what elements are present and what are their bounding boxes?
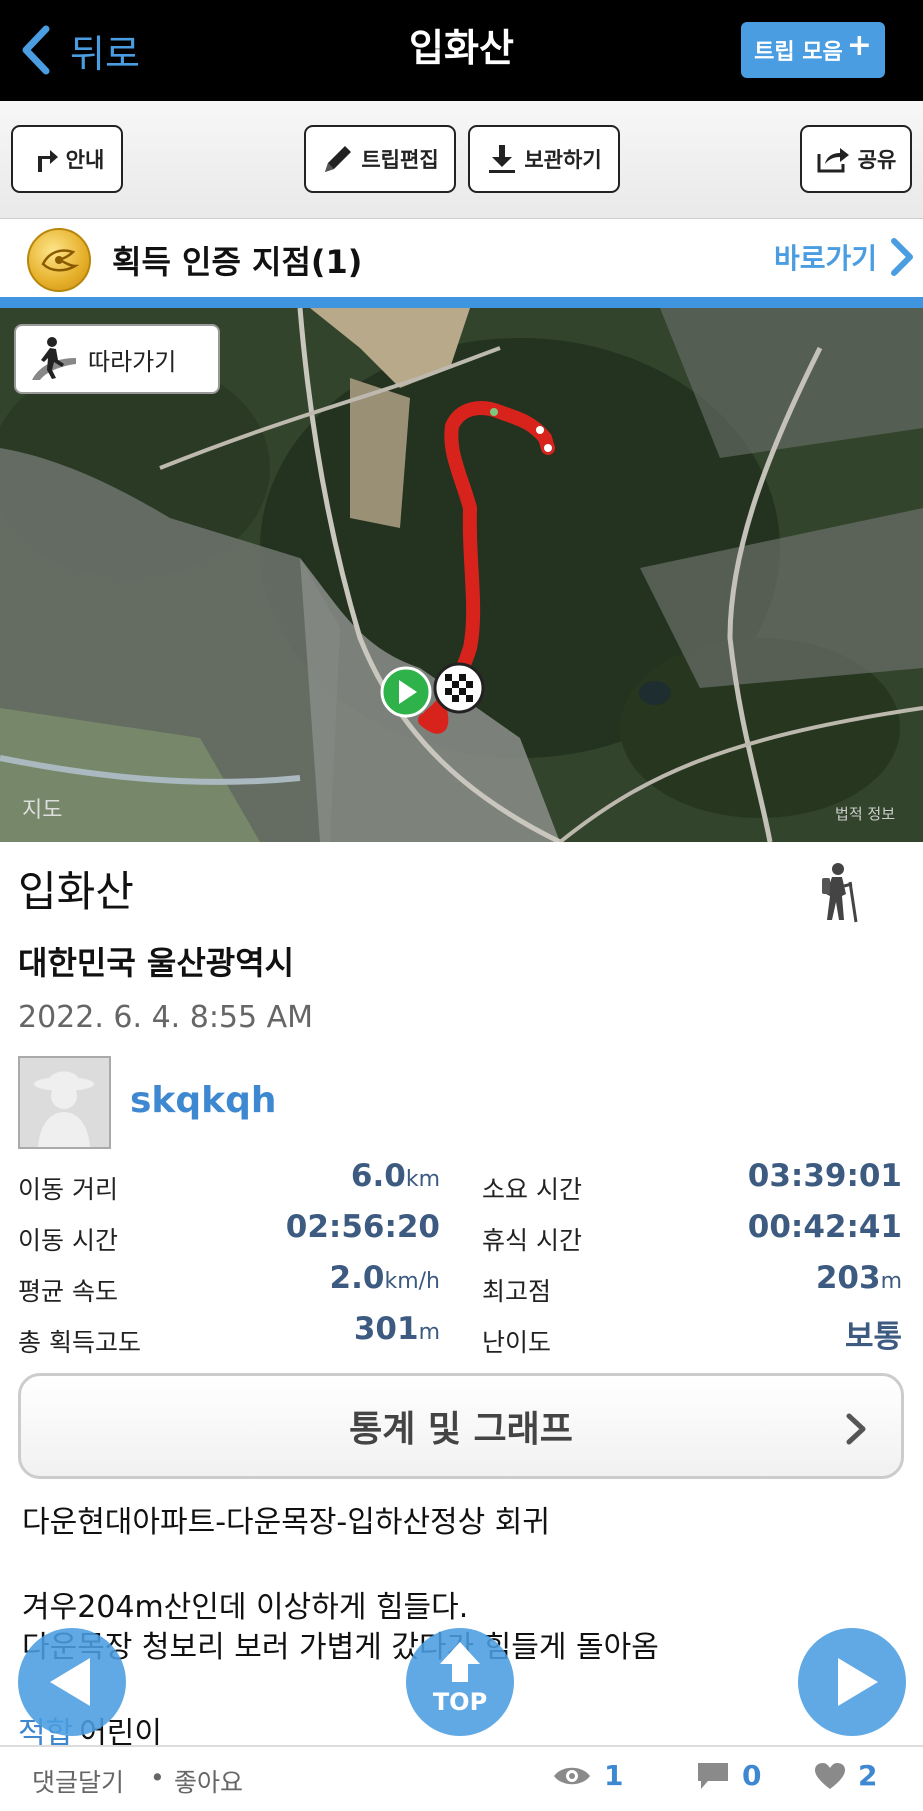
previous-trip-button[interactable] xyxy=(18,1628,126,1736)
turn-sign-icon xyxy=(37,150,58,172)
description-line: 겨우204m산인데 이상하게 힘들다. xyxy=(22,1590,469,1625)
trip-collection-button[interactable]: 트립 모음 + xyxy=(741,22,885,78)
stat-max-altitude: 최고점 203m xyxy=(482,1260,902,1312)
follow-button[interactable]: 따라가기 xyxy=(14,324,220,394)
write-comment-link[interactable]: 댓글달기 xyxy=(32,1763,124,1799)
share-button[interactable]: 공유 xyxy=(800,125,912,193)
medal-icon xyxy=(27,228,91,292)
stat-value: 00:42:41 xyxy=(748,1209,902,1245)
value-unit: km/h xyxy=(384,1269,440,1294)
scroll-top-button[interactable]: TOP xyxy=(406,1628,514,1736)
stat-label: 평균 속도 xyxy=(18,1277,118,1306)
value-number: 2.0 xyxy=(329,1260,385,1296)
certification-label: 획득 인증 지점(1) xyxy=(112,243,363,281)
value-number: 301 xyxy=(353,1311,419,1347)
stat-label: 휴식 시간 xyxy=(482,1226,582,1255)
stat-value: 2.0km/h xyxy=(330,1260,440,1296)
guide-label: 안내 xyxy=(65,148,105,172)
stat-label: 소요 시간 xyxy=(482,1175,582,1204)
stat-label: 난이도 xyxy=(482,1328,552,1357)
stat-value: 203m xyxy=(816,1260,902,1296)
value-number: 03:39:01 xyxy=(747,1158,902,1194)
value-unit: m xyxy=(880,1269,902,1294)
download-icon xyxy=(489,145,516,173)
person-silhouette-icon xyxy=(20,1058,109,1147)
like-count-value: 2 xyxy=(858,1759,878,1792)
stat-rest-time: 휴식 시간 00:42:41 xyxy=(482,1209,902,1261)
stat-total-time: 소요 시간 03:39:01 xyxy=(482,1158,902,1210)
value-number: 203 xyxy=(815,1260,881,1296)
trip-edit-button[interactable]: 트립편집 xyxy=(304,125,456,193)
trip-edit-label: 트립편집 xyxy=(361,148,439,172)
go-label: 바로가기 xyxy=(773,242,877,275)
follow-label: 따라가기 xyxy=(88,347,177,376)
comment-count-value: 0 xyxy=(742,1759,762,1792)
trip-name: 입화산 xyxy=(18,867,134,916)
action-toolbar: 안내 트립편집 보관하기 공유 xyxy=(0,101,923,219)
stat-value: 03:39:01 xyxy=(748,1158,902,1194)
triangle-right-icon xyxy=(838,1658,878,1706)
certification-row[interactable]: 획득 인증 지점(1) 바로가기 xyxy=(0,219,923,297)
view-count-value: 1 xyxy=(604,1759,624,1792)
triangle-left-icon xyxy=(50,1658,90,1706)
stat-label: 이동 거리 xyxy=(18,1175,118,1204)
map-legal-link[interactable]: 법적 정보 xyxy=(835,803,895,824)
arrow-up-icon xyxy=(440,1642,480,1682)
save-label: 보관하기 xyxy=(524,148,602,172)
chevron-right-icon xyxy=(891,238,913,276)
stat-avg-speed: 평균 속도 2.0km/h xyxy=(18,1260,440,1312)
stat-difficulty: 난이도 보통 xyxy=(482,1311,902,1363)
value-unit: m xyxy=(418,1320,440,1345)
plus-icon: + xyxy=(846,27,872,63)
route-map[interactable]: 따라가기 지도 법적 정보 xyxy=(0,308,923,842)
speech-bubble-icon xyxy=(698,1762,728,1789)
stat-value: 301m xyxy=(354,1311,440,1347)
heart-icon xyxy=(815,1762,845,1789)
guide-button[interactable]: 안내 xyxy=(11,125,123,193)
next-trip-button[interactable] xyxy=(798,1628,906,1736)
value-number: 02:56:20 xyxy=(285,1209,440,1245)
avatar[interactable] xyxy=(18,1056,111,1149)
trip-collection-label: 트립 모음 xyxy=(754,40,843,65)
top-nav-bar: 뒤로 입화산 트립 모음 + xyxy=(0,0,923,101)
trip-date: 2022. 6. 4. 8:55 AM xyxy=(18,1000,314,1035)
view-count: 1 xyxy=(552,1759,623,1792)
share-label: 공유 xyxy=(857,148,897,172)
divider-bar xyxy=(0,297,923,308)
value-number: 보통 xyxy=(844,1319,902,1355)
like-count[interactable]: 2 xyxy=(814,1759,877,1792)
map-credit: 지도 xyxy=(22,798,63,823)
description-route: 다운현대아파트-다운목장-입하산정상 회귀 xyxy=(22,1505,550,1540)
stat-total-ascent: 총 획득고도 301m xyxy=(18,1311,440,1363)
stat-value: 6.0km xyxy=(351,1158,440,1194)
stat-value: 보통 xyxy=(845,1311,902,1356)
like-link[interactable]: 좋아요 xyxy=(174,1763,243,1799)
chevron-right-icon xyxy=(846,1413,866,1445)
top-label: TOP xyxy=(432,1688,488,1716)
stat-label: 최고점 xyxy=(482,1277,552,1306)
separator-dot: • xyxy=(150,1763,165,1792)
stat-value: 02:56:20 xyxy=(286,1209,440,1245)
stats-graph-button[interactable]: 통계 및 그래프 xyxy=(18,1373,904,1479)
stats-graph-label: 통계 및 그래프 xyxy=(349,1409,573,1450)
value-unit: km xyxy=(405,1167,440,1192)
username-link[interactable]: skqkqh xyxy=(130,1080,276,1121)
value-number: 6.0 xyxy=(350,1158,406,1194)
footer-bar: 댓글달기 • 좋아요 1 0 2 xyxy=(0,1745,923,1811)
eye-icon xyxy=(554,1767,590,1784)
certification-go-link[interactable]: 바로가기 xyxy=(774,237,915,277)
stat-label: 총 획득고도 xyxy=(18,1328,141,1357)
stat-distance: 이동 거리 6.0km xyxy=(18,1158,440,1210)
stat-label: 이동 시간 xyxy=(18,1226,118,1255)
save-button[interactable]: 보관하기 xyxy=(468,125,620,193)
comment-count[interactable]: 0 xyxy=(696,1759,761,1792)
hiker-icon xyxy=(822,863,858,923)
share-icon xyxy=(817,148,849,173)
walking-person-icon xyxy=(32,337,76,380)
stat-moving-time: 이동 시간 02:56:20 xyxy=(18,1209,440,1261)
value-number: 00:42:41 xyxy=(747,1209,902,1245)
pencil-icon xyxy=(325,146,352,172)
region-label: 대한민국 울산광역시 xyxy=(18,944,295,982)
